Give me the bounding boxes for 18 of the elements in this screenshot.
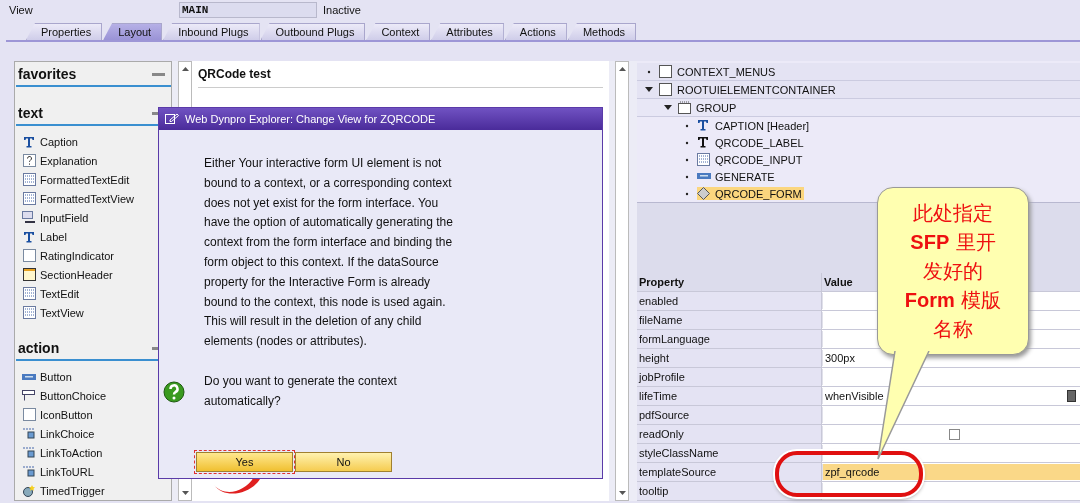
property-name: jobProfile (637, 368, 822, 386)
property-name: lifeTime (637, 387, 822, 405)
property-name: templateSource (637, 463, 822, 481)
dialog-title: Web Dynpro Explorer: Change View for ZQRCODE (185, 113, 436, 125)
column-header: Property (637, 273, 822, 291)
view-label: View (9, 4, 34, 16)
dialog-question: Do you want to generate the context automatically? (204, 372, 398, 410)
property-name: pdfSource (637, 406, 822, 424)
view-status: Inactive (323, 4, 361, 16)
property-name: readOnly (637, 425, 822, 443)
property-name: enabled (637, 292, 822, 310)
caption-text: QRCode test (198, 61, 603, 88)
property-name: fileName (637, 311, 822, 329)
property-name: formLanguage (637, 330, 822, 348)
property-name: styleClassName (637, 444, 822, 462)
property-name: height (637, 349, 822, 367)
dialog-message: Either Your interactive form UI element is not bound to a context, or a corresponding context does not yet exist for the form interface. You have the option of automatically generating the context from the form interface and binding the form object to this context. If the dataSource property for the Interactive Form is already bound to the context, this node is used again. This will result in the deletion of any child elements (nodes or attributes). (204, 155, 454, 351)
property-name: tooltip (637, 482, 822, 500)
